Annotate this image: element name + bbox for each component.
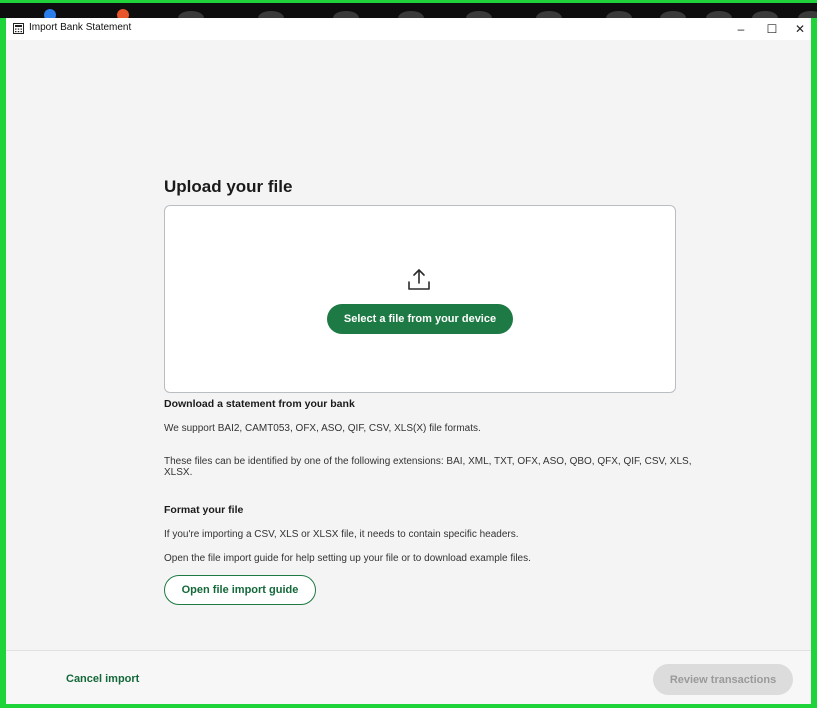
- taskbar-app-icon[interactable]: [258, 11, 284, 18]
- taskbar-app-icon[interactable]: [752, 11, 778, 18]
- review-transactions-button[interactable]: Review transactions: [653, 664, 793, 695]
- headers-note-text: If you're importing a CSV, XLS or XLSX f…: [164, 529, 519, 540]
- taskbar-app-icon[interactable]: [798, 11, 817, 18]
- guide-note-text: Open the file import guide for help sett…: [164, 553, 531, 564]
- maximize-icon: ☐: [766, 22, 778, 36]
- taskbar-app-icon[interactable]: [398, 11, 424, 18]
- supported-formats-text: We support BAI2, CAMT053, OFX, ASO, QIF,…: [164, 423, 481, 434]
- import-bank-statement-window: Import Bank Statement – ☐ ✕ Upload your …: [6, 18, 811, 704]
- taskbar-strip: [0, 0, 817, 18]
- main-content: Upload your file Select a file from your…: [6, 40, 811, 650]
- taskbar-app-icon[interactable]: [706, 11, 732, 18]
- minimize-icon: –: [737, 22, 745, 36]
- taskbar-app-icon[interactable]: [606, 11, 632, 18]
- window-title: Import Bank Statement: [29, 22, 132, 33]
- close-button[interactable]: ✕: [783, 18, 811, 40]
- cancel-import-link[interactable]: Cancel import: [66, 673, 139, 685]
- calculator-icon: [13, 23, 24, 34]
- select-file-button[interactable]: Select a file from your device: [327, 304, 513, 334]
- title-bar[interactable]: Import Bank Statement – ☐ ✕: [6, 18, 811, 40]
- footer-bar: Cancel import Review transactions: [6, 650, 811, 704]
- open-file-import-guide-button[interactable]: Open file import guide: [164, 575, 316, 605]
- taskbar-app-icon[interactable]: [660, 11, 686, 18]
- format-section-title: Format your file: [164, 504, 244, 516]
- close-icon: ✕: [794, 22, 806, 36]
- minimize-button[interactable]: –: [724, 18, 758, 40]
- taskbar-app-icon[interactable]: [536, 11, 562, 18]
- download-section-title: Download a statement from your bank: [164, 398, 355, 410]
- file-drop-zone[interactable]: Select a file from your device: [164, 205, 676, 393]
- taskbar-app-icon[interactable]: [333, 11, 359, 18]
- taskbar-app-icon[interactable]: [178, 11, 204, 18]
- upload-icon: [408, 269, 430, 290]
- file-extensions-text: These files can be identified by one of …: [164, 456, 692, 478]
- frame-border: [0, 0, 817, 3]
- taskbar-app-icon[interactable]: [466, 11, 492, 18]
- taskbar-app-icon[interactable]: [44, 9, 56, 18]
- page-title: Upload your file: [164, 177, 293, 196]
- taskbar-app-icon[interactable]: [117, 9, 129, 18]
